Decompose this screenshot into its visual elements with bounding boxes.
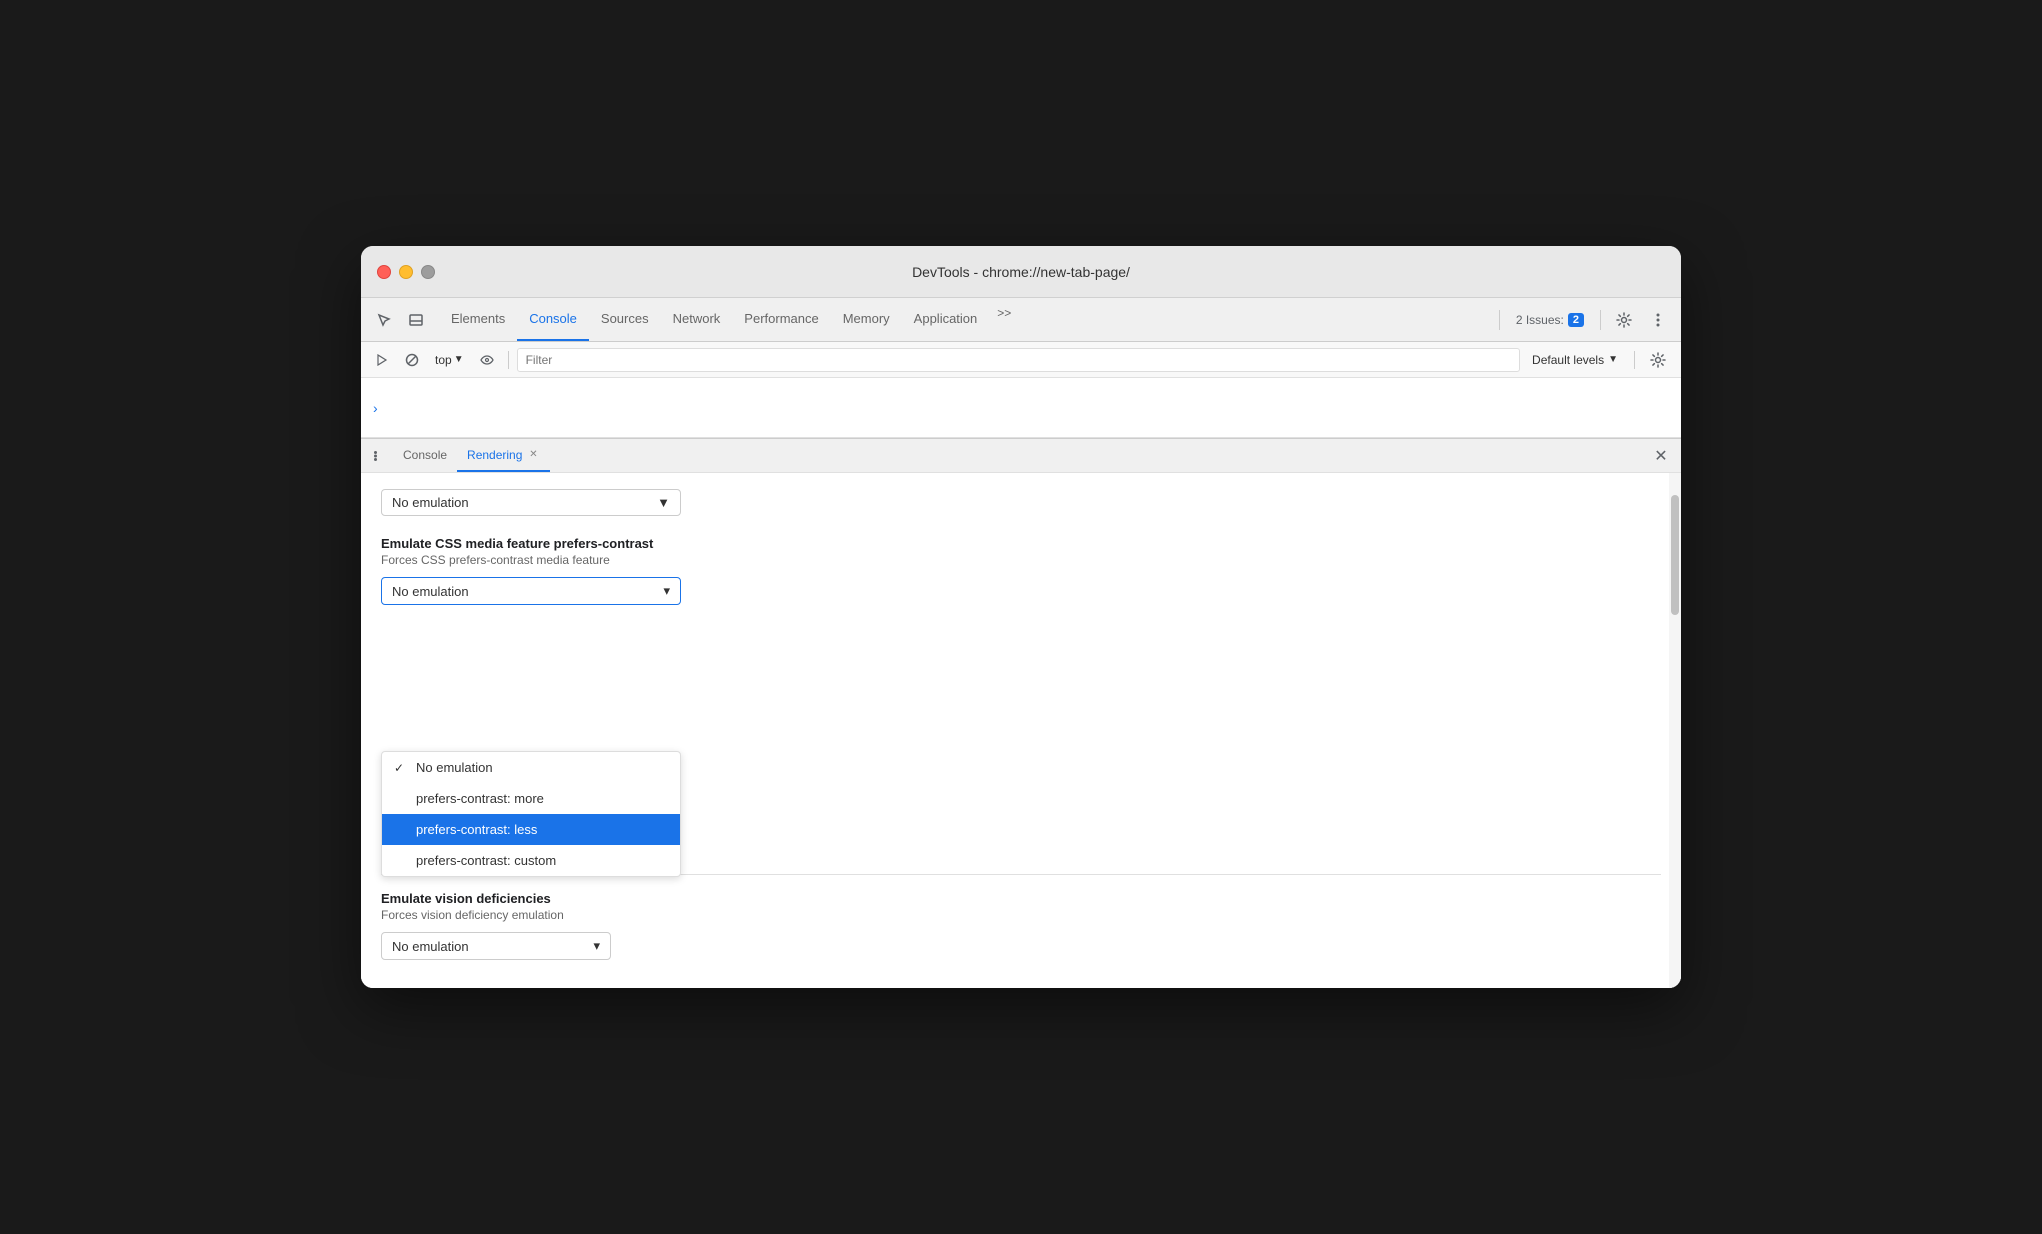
section1-dropdown[interactable]: No emulation ▼ xyxy=(381,489,681,516)
settings-icon[interactable] xyxy=(1609,305,1639,335)
issues-settings-icon[interactable] xyxy=(1643,345,1673,375)
chevron-down-icon: ▾ xyxy=(593,938,600,954)
section2-desc: Forces CSS prefers-contrast media featur… xyxy=(381,553,1661,567)
bottom-panel: Console Rendering ✕ ✕ No emulation ▼ xyxy=(361,438,1681,988)
section4-dropdown[interactable]: No emulation ▾ xyxy=(381,932,611,960)
dropdown-menu: ✓ No emulation prefers-contrast: more pr… xyxy=(381,751,681,877)
tab-elements[interactable]: Elements xyxy=(439,298,517,341)
panel-menu-icon[interactable] xyxy=(369,444,393,468)
section2-title: Emulate CSS media feature prefers-contra… xyxy=(381,536,1661,551)
panel-tab-rendering[interactable]: Rendering ✕ xyxy=(457,439,550,472)
eye-icon[interactable] xyxy=(474,347,500,373)
option-prefers-less[interactable]: prefers-contrast: less xyxy=(382,814,680,845)
section-prefers-contrast: Emulate CSS media feature prefers-contra… xyxy=(381,536,1661,605)
devtools-window: DevTools - chrome://new-tab-page/ Elemen… xyxy=(361,246,1681,988)
block-icon[interactable] xyxy=(399,347,425,373)
divider xyxy=(1600,310,1601,330)
tab-performance[interactable]: Performance xyxy=(732,298,830,341)
traffic-lights xyxy=(377,265,435,279)
close-tab-icon[interactable]: ✕ xyxy=(526,448,540,462)
scrollbar[interactable] xyxy=(1669,473,1681,988)
minimize-button[interactable] xyxy=(399,265,413,279)
more-options-icon[interactable] xyxy=(1643,305,1673,335)
tab-network[interactable]: Network xyxy=(661,298,733,341)
toolbar: top ▼ Default levels ▼ xyxy=(361,342,1681,378)
cursor-icon[interactable] xyxy=(369,305,399,335)
section4-desc: Forces vision deficiency emulation xyxy=(381,908,1661,922)
tab-application[interactable]: Application xyxy=(902,298,990,341)
section-contrast-prev: No emulation ▼ xyxy=(381,489,1661,516)
window-title: DevTools - chrome://new-tab-page/ xyxy=(912,264,1130,280)
more-tabs-button[interactable]: >> xyxy=(989,298,1019,328)
execute-icon[interactable] xyxy=(369,347,395,373)
issues-button[interactable]: 2 Issues: 2 xyxy=(1508,309,1592,331)
panel-tab-console[interactable]: Console xyxy=(393,439,457,472)
tab-bar: Elements Console Sources Network Perform… xyxy=(361,298,1681,342)
title-bar: DevTools - chrome://new-tab-page/ xyxy=(361,246,1681,298)
levels-chevron-icon: ▼ xyxy=(1608,354,1618,365)
issues-count-badge: 2 xyxy=(1568,313,1584,327)
scrollbar-thumb[interactable] xyxy=(1671,495,1679,615)
checkmark-icon: ✓ xyxy=(394,761,408,775)
divider xyxy=(1499,310,1500,330)
tab-bar-right: 2 Issues: 2 xyxy=(1495,298,1673,341)
panel-tab-bar: Console Rendering ✕ ✕ xyxy=(361,439,1681,473)
fullscreen-button[interactable] xyxy=(421,265,435,279)
section-vision-deficiencies: Emulate vision deficiencies Forces visio… xyxy=(381,891,1661,960)
tab-console[interactable]: Console xyxy=(517,298,589,341)
chevron-down-icon: ▼ xyxy=(454,354,464,365)
rendering-panel-content: No emulation ▼ Emulate CSS media feature… xyxy=(361,473,1681,988)
chevron-down-icon: ▾ xyxy=(663,583,670,599)
tab-memory[interactable]: Memory xyxy=(831,298,902,341)
tab-bar-icons xyxy=(369,298,439,341)
separator xyxy=(1634,351,1635,369)
option-no-emulation[interactable]: ✓ No emulation xyxy=(382,752,680,783)
dock-icon[interactable] xyxy=(401,305,431,335)
close-panel-icon[interactable]: ✕ xyxy=(1649,444,1673,468)
tab-sources[interactable]: Sources xyxy=(589,298,661,341)
chevron-down-icon: ▼ xyxy=(657,495,670,510)
console-prompt-icon[interactable]: › xyxy=(373,400,378,416)
context-selector[interactable]: top ▼ xyxy=(429,351,470,369)
section2-dropdown[interactable]: No emulation ▾ xyxy=(381,577,681,605)
option-prefers-more[interactable]: prefers-contrast: more xyxy=(382,783,680,814)
console-area: › xyxy=(361,378,1681,438)
close-button[interactable] xyxy=(377,265,391,279)
filter-input[interactable] xyxy=(517,348,1520,372)
option-prefers-custom[interactable]: prefers-contrast: custom xyxy=(382,845,680,876)
section4-title: Emulate vision deficiencies xyxy=(381,891,1661,906)
separator xyxy=(508,351,509,369)
levels-button[interactable]: Default levels ▼ xyxy=(1524,351,1626,369)
